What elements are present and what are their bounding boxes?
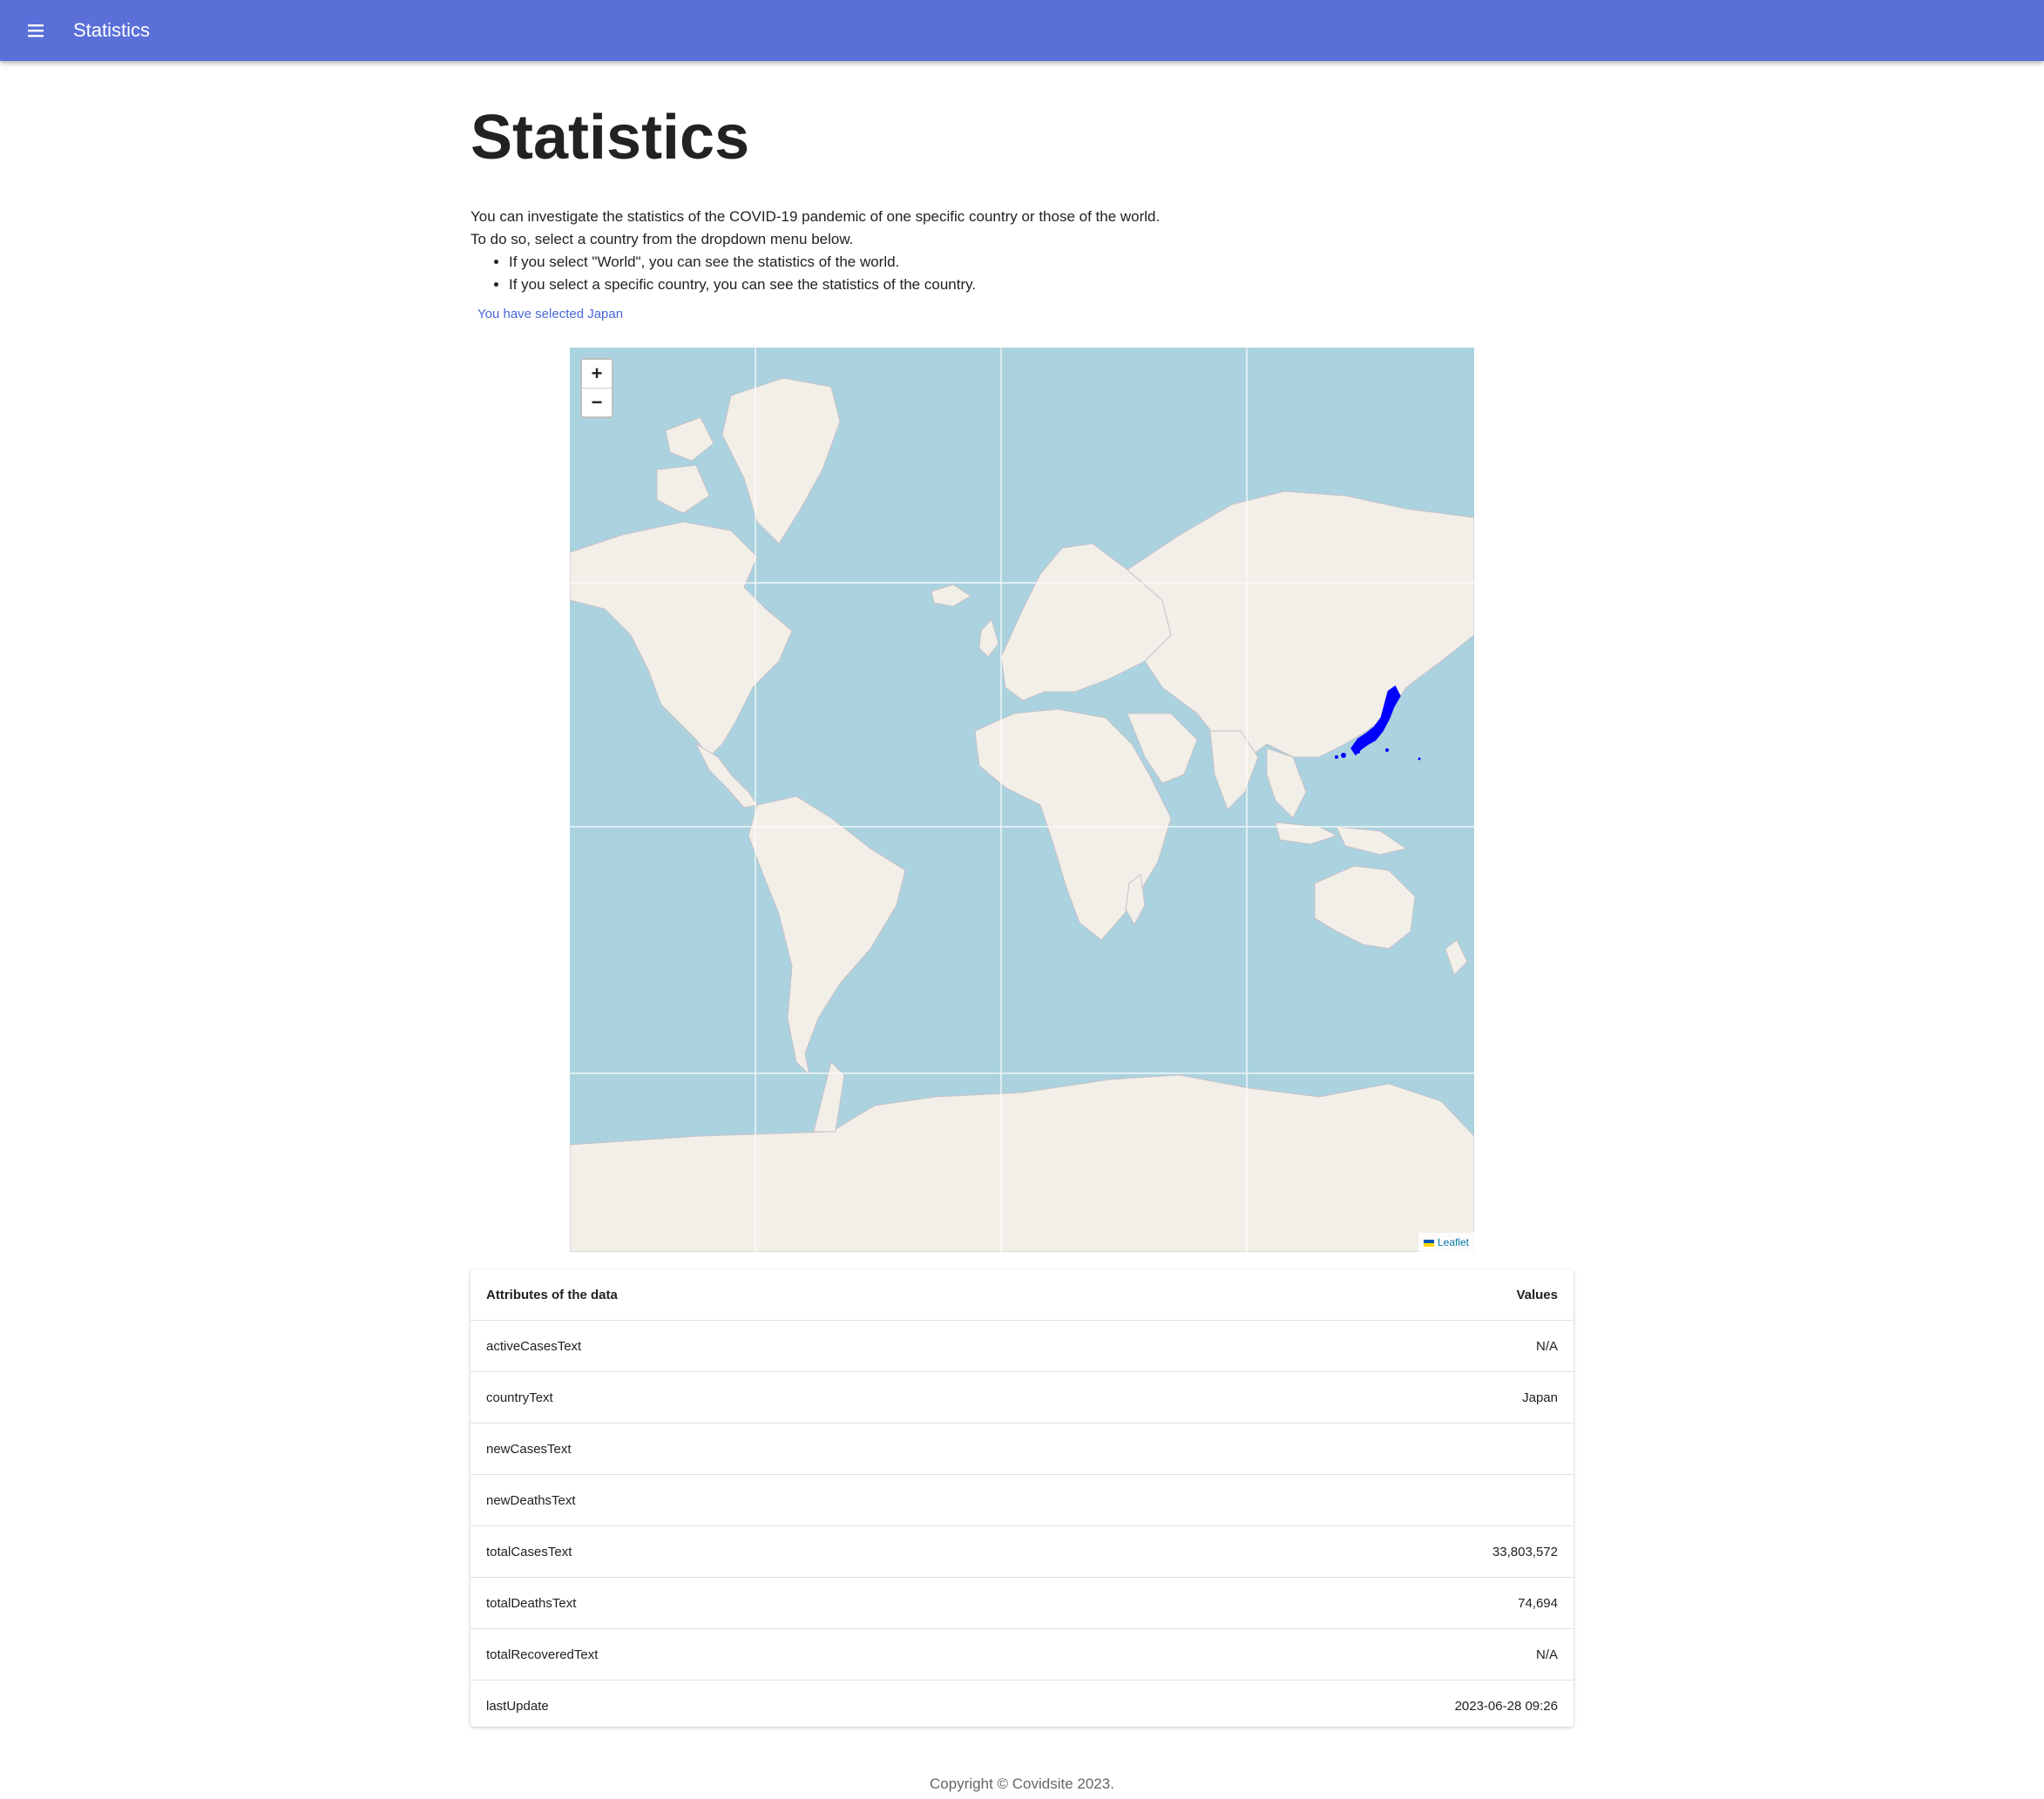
table-row: activeCasesText N/A <box>470 1321 1574 1372</box>
intro-line: You can investigate the statistics of th… <box>470 208 1161 225</box>
header-value: Values <box>1516 1287 1558 1302</box>
row-value: N/A <box>1535 1338 1558 1354</box>
row-attribute: newCasesText <box>486 1441 572 1457</box>
table-row: newDeathsText <box>470 1475 1574 1526</box>
row-value: 33,803,572 <box>1492 1544 1558 1559</box>
page-title: Statistics <box>470 103 750 172</box>
world-map[interactable]: + − Leaflet <box>570 348 1474 1252</box>
intro-bullets: If you select "World", you can see the s… <box>470 251 1342 296</box>
row-value: 2023-06-28 09:26 <box>1454 1698 1558 1714</box>
map-attribution[interactable]: Leaflet <box>1418 1233 1474 1252</box>
table-row: countryText Japan <box>470 1372 1574 1424</box>
app-title: Statistics <box>73 19 151 41</box>
table-row: lastUpdate 2023-06-28 09:26 <box>470 1681 1574 1731</box>
intro-line: To do so, select a country from the drop… <box>470 231 854 247</box>
footer-copyright: Copyright © Covidsite 2023. <box>930 1775 1114 1792</box>
table-row: newCasesText <box>470 1424 1574 1475</box>
zoom-out-button[interactable]: − <box>582 388 612 416</box>
statistics-table: Attributes of the data Values activeCase… <box>470 1269 1574 1727</box>
row-attribute: activeCasesText <box>486 1338 582 1354</box>
row-attribute: newDeathsText <box>486 1492 576 1508</box>
selected-country-note: You have selected Japan <box>477 307 624 321</box>
ukraine-flag-icon <box>1423 1239 1434 1247</box>
leaflet-link[interactable]: Leaflet <box>1438 1236 1469 1248</box>
zoom-in-button[interactable]: + <box>582 360 612 388</box>
map-tiles[interactable] <box>570 348 1474 1252</box>
row-value: Japan <box>1522 1390 1558 1405</box>
row-attribute: totalRecoveredText <box>486 1647 599 1662</box>
table-header: Attributes of the data Values <box>470 1269 1574 1321</box>
menu-icon[interactable] <box>23 17 49 44</box>
table-row: totalDeathsText 74,694 <box>470 1578 1574 1629</box>
row-value: N/A <box>1535 1647 1558 1662</box>
zoom-control: + − <box>580 358 613 418</box>
row-attribute: countryText <box>486 1390 553 1405</box>
row-value: 74,694 <box>1518 1595 1558 1611</box>
table-row: totalRecoveredText N/A <box>470 1629 1574 1681</box>
bullet-item: If you select "World", you can see the s… <box>509 251 1342 274</box>
row-attribute: lastUpdate <box>486 1698 549 1714</box>
intro-text: You can investigate the statistics of th… <box>470 206 1342 296</box>
bullet-item: If you select a specific country, you ca… <box>509 274 1342 296</box>
row-attribute: totalDeathsText <box>486 1595 577 1611</box>
table-row: totalCasesText 33,803,572 <box>470 1526 1574 1578</box>
header-attribute: Attributes of the data <box>486 1287 618 1302</box>
row-attribute: totalCasesText <box>486 1544 572 1559</box>
app-bar: Statistics <box>0 0 2044 61</box>
